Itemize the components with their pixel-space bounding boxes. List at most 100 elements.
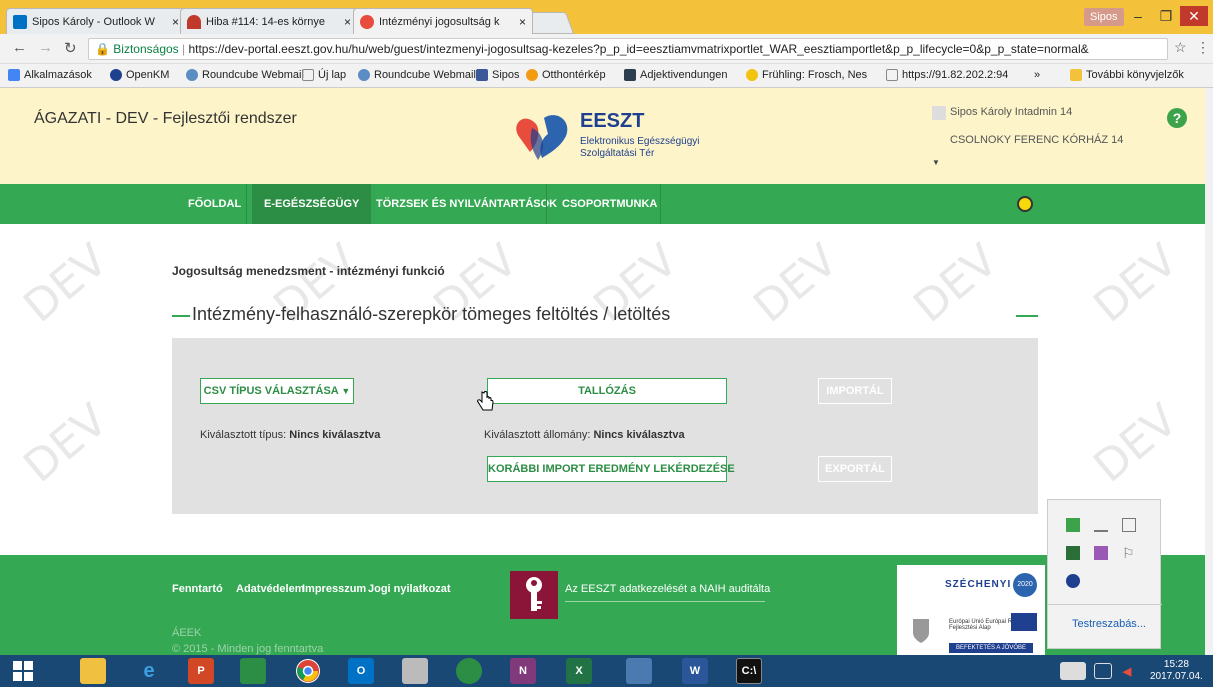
bookmark-ip[interactable]: https://91.82.202.2:94 <box>886 69 1008 81</box>
bookmark-facebook[interactable]: Sipos <box>476 69 520 81</box>
page-icon <box>886 69 898 81</box>
minimize-icon[interactable]: – <box>1124 6 1152 26</box>
browser-user-badge[interactable]: Sipos <box>1084 8 1124 26</box>
tab-issue[interactable]: Hiba #114: 14-es környe × <box>180 8 358 34</box>
eu-flag-icon <box>1011 613 1037 631</box>
tray-app-icon[interactable] <box>1066 518 1080 532</box>
section-title: Intézmény-felhasználó-szerepkör tömeges … <box>172 300 1038 332</box>
copyright: © 2015 - Minden jog fenntartva <box>172 643 324 655</box>
star-icon[interactable]: ☆ <box>1174 39 1187 56</box>
other-bookmarks[interactable]: További könyvjelzők <box>1070 69 1184 81</box>
taskbar-clock[interactable]: 15:28 2017.07.04. <box>1150 659 1203 683</box>
key-icon <box>526 577 542 611</box>
watermark: DEV <box>14 234 118 333</box>
section-title-text: Intézmény-felhasználó-szerepkör tömeges … <box>192 304 671 324</box>
nav-item-groupwork[interactable]: CSOPORTMUNKA <box>550 184 669 224</box>
reload-icon[interactable]: ↻ <box>64 39 77 57</box>
tray-app-icon[interactable] <box>1066 546 1080 560</box>
url-input[interactable]: 🔒 Biztonságos | https://dev-portal.eeszt… <box>88 38 1168 60</box>
system-title: ÁGAZATI - DEV - Fejlesztői rendszer <box>34 110 297 127</box>
tab-outlook[interactable]: Sipos Károly - Outlook W × <box>6 8 186 34</box>
close-window-icon[interactable]: ✕ <box>1180 6 1208 26</box>
user-name[interactable]: Sipos Károly Intadmin 14 <box>950 106 1072 118</box>
tab-close-icon[interactable]: × <box>344 15 351 29</box>
tray-app-icon[interactable] <box>1094 546 1108 560</box>
network-signal-icon[interactable] <box>1094 518 1108 532</box>
facebook-icon <box>476 69 488 81</box>
logo-title: EESZT <box>580 110 645 132</box>
tab-label: Sipos Károly - Outlook W <box>32 15 155 28</box>
internet-explorer-icon[interactable]: e <box>136 658 162 684</box>
windows-start-icon[interactable] <box>10 658 36 684</box>
bookmark-otthonterkep[interactable]: Otthontérkép <box>526 69 606 81</box>
tab-close-icon[interactable]: × <box>172 15 179 29</box>
selected-file-value: Nincs kiválasztva <box>593 429 685 441</box>
tab-active[interactable]: Intézményi jogosultság k × <box>353 8 533 34</box>
word-icon[interactable]: W <box>682 658 708 684</box>
chrome-icon[interactable] <box>296 659 320 683</box>
bookmark-roundcube-2[interactable]: Roundcube Webmail <box>358 69 476 81</box>
bookmark-new-tab[interactable]: Új lap <box>302 69 346 81</box>
footer-link-maintainer[interactable]: Fenntartó <box>172 583 223 595</box>
browse-button[interactable]: TALLÓZÁS <box>487 378 727 404</box>
tray-arrow-icon[interactable] <box>1094 663 1112 679</box>
import-button[interactable]: IMPORTÁL <box>818 378 892 404</box>
bookmark-roundcube-1[interactable]: Roundcube Webmail <box>186 69 304 81</box>
bookmarks-more[interactable]: » <box>1034 69 1040 81</box>
csv-type-dropdown[interactable]: CSV TÍPUS VÁLASZTÁSA ▼ <box>200 378 354 404</box>
restore-icon[interactable]: ❐ <box>1152 6 1180 26</box>
file-explorer-icon[interactable] <box>80 658 106 684</box>
command-prompt-icon[interactable]: C:\ <box>736 658 762 684</box>
szechenyi-title: SZÉCHENYI <box>945 579 1012 590</box>
avatar <box>932 106 946 120</box>
user-hospital[interactable]: CSOLNOKY FERENC KÓRHÁZ 14 <box>950 134 1123 146</box>
page-scrollbar[interactable] <box>1205 88 1213 655</box>
viewer-icon[interactable] <box>456 658 482 684</box>
outlook-icon[interactable]: O <box>348 658 374 684</box>
eeszt-logo[interactable]: EESZT Elektronikus Egészségügyi Szolgált… <box>508 108 708 168</box>
clock-date: 2017.07.04. <box>1150 671 1203 682</box>
nav-item-registers[interactable]: TÖRZSEK ÉS NYILVÁNTARTÁSOK <box>364 184 569 224</box>
nav-item-home[interactable]: FŐOLDAL <box>176 184 253 224</box>
tray-overflow-popup: ⚐ Testreszabás... <box>1047 499 1162 649</box>
remote-desktop-icon[interactable] <box>402 658 428 684</box>
otthonterkep-icon <box>526 69 538 81</box>
footer-link-privacy[interactable]: Adatvédelem <box>236 583 304 595</box>
user-menu-caret-icon[interactable]: ▼ <box>932 158 940 167</box>
lock-icon: 🔒 <box>95 42 110 56</box>
help-icon[interactable]: ? <box>1167 108 1187 128</box>
watermark: DEV <box>1084 394 1188 493</box>
device-icon[interactable] <box>1122 518 1136 532</box>
radiation-icon[interactable] <box>1017 196 1033 212</box>
forward-icon[interactable]: → <box>38 39 53 56</box>
bookmark-adjektiv[interactable]: Adjektivendungen <box>624 69 727 81</box>
onenote-icon[interactable]: N <box>510 658 536 684</box>
naih-key-icon[interactable] <box>510 571 558 619</box>
tray-customize-link[interactable]: Testreszabás... <box>1072 618 1146 630</box>
bookmark-openkm[interactable]: OpenKM <box>110 69 169 81</box>
eeszt-heart-icon <box>516 115 568 160</box>
roundcube-icon <box>186 69 198 81</box>
nav-item-e-health[interactable]: E-EGÉSZSÉGÜGY <box>252 184 372 224</box>
bookmark-apps[interactable]: Alkalmazások <box>8 69 92 81</box>
store-icon[interactable] <box>240 658 266 684</box>
tab-close-icon[interactable]: × <box>519 15 526 29</box>
bookmark-fruhling[interactable]: Frühling: Frosch, Nes <box>746 69 867 81</box>
powerpoint-icon[interactable]: P <box>188 658 214 684</box>
footer-link-imprint[interactable]: Impresszum <box>302 583 366 595</box>
keyboard-icon[interactable] <box>1060 662 1086 680</box>
szechenyi-banner[interactable]: SZÉCHENYI 2020 Európai Unió Európai Regi… <box>897 565 1045 655</box>
watermark: DEV <box>14 394 118 493</box>
previous-import-button[interactable]: KORÁBBI IMPORT EREDMÉNY LEKÉRDEZÉSE <box>487 456 735 482</box>
network-tool-icon[interactable] <box>626 658 652 684</box>
tray-divider <box>1048 604 1162 605</box>
volume-icon[interactable]: ◀ <box>1118 663 1136 679</box>
export-button[interactable]: EXPORTÁL <box>818 456 892 482</box>
excel-icon[interactable]: X <box>566 658 592 684</box>
footer-link-legal[interactable]: Jogi nyilatkozat <box>368 583 451 595</box>
tray-app-icon[interactable] <box>1066 574 1080 588</box>
address-bar: ← → ↻ 🔒 Biztonságos | https://dev-portal… <box>0 34 1213 64</box>
flag-icon[interactable]: ⚐ <box>1122 546 1136 560</box>
menu-icon[interactable]: ⋮ <box>1196 39 1210 56</box>
back-icon[interactable]: ← <box>12 39 27 56</box>
